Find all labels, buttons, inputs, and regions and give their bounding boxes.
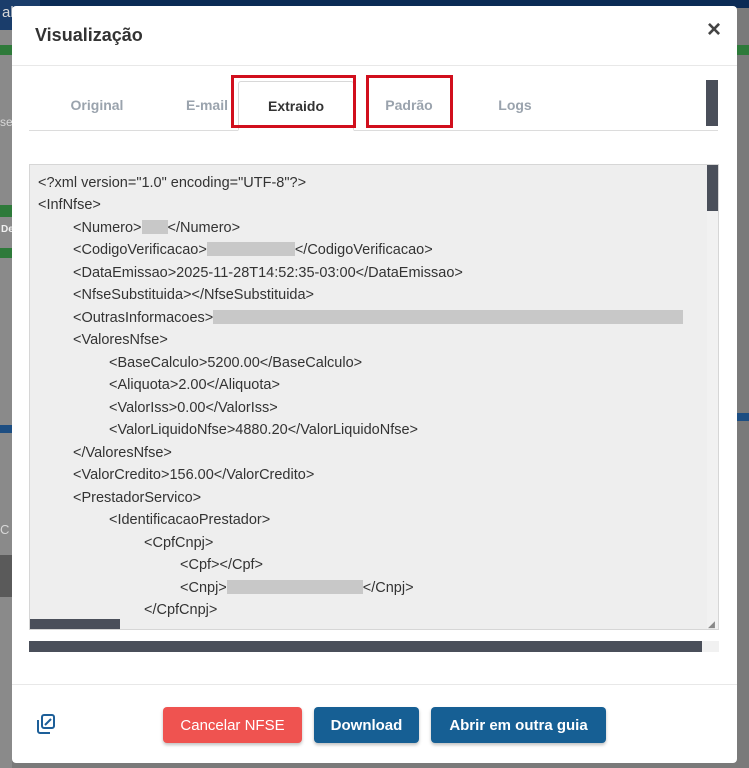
code-line: <Cpf></Cpf> (180, 557, 264, 573)
modal-title: Visualização (35, 25, 143, 45)
background-stripe (0, 425, 12, 433)
code-line: <ValorCredito>156.00</ValorCredito> (73, 467, 315, 483)
code-vertical-scrollbar[interactable] (707, 165, 718, 629)
tab-original[interactable]: Original (37, 81, 157, 129)
code-line: <CodigoVerificacao> </CodigoVerificacao> (73, 242, 433, 258)
background-stripe (737, 413, 749, 421)
code-horizontal-scroll-thumb[interactable] (30, 619, 120, 629)
open-in-new-tab-button[interactable]: Abrir em outra guia (431, 707, 606, 743)
code-line: <IdentificacaoPrestador> (109, 512, 271, 528)
visualization-modal: Visualização × Original E-mail Extraido … (12, 6, 737, 763)
code-text: <Numero> (73, 220, 142, 236)
code-line: </CpfCnpj> (144, 602, 218, 618)
code-text: <OutrasInformacoes> (73, 310, 214, 326)
close-icon[interactable]: × (707, 18, 721, 42)
background-stripe (737, 45, 749, 55)
background-sidebar (0, 30, 12, 768)
code-text: </CodigoVerificacao> (294, 242, 433, 258)
redacted-value (213, 310, 684, 324)
code-line: <?xml version="1.0" encoding="UTF-8"?> (38, 175, 307, 191)
redacted-value (226, 580, 363, 594)
code-line: <CpfCnpj> (144, 535, 214, 551)
background-stripe (0, 205, 12, 217)
code-vertical-scroll-thumb[interactable] (707, 165, 718, 211)
highlight-box-extraido (231, 75, 356, 128)
code-line: <ValorIss>0.00</ValorIss> (109, 400, 278, 416)
code-line: <Aliquota>2.00</Aliquota> (109, 377, 280, 393)
background-stripe (0, 248, 12, 258)
code-line: <OutrasInformacoes> (73, 310, 684, 326)
redacted-value (206, 242, 295, 256)
tabs-scrollbar[interactable] (706, 80, 718, 126)
code-line: <Numero> </Numero> (73, 220, 240, 236)
modal-header: Visualização × (12, 6, 737, 66)
resize-grip-icon[interactable]: ◢ (708, 619, 718, 629)
code-line: <ValorLiquidoNfse>4880.20</ValorLiquidoN… (109, 422, 419, 438)
code-line: <BaseCalculo>5200.00</BaseCalculo> (109, 355, 363, 371)
code-text: </Numero> (167, 220, 241, 236)
download-button[interactable]: Download (314, 707, 419, 743)
background-row (0, 555, 12, 597)
copy-icon[interactable] (34, 712, 58, 736)
background-text: C (0, 522, 10, 537)
code-line: <InfNfse> (38, 197, 101, 213)
redacted-value (141, 220, 168, 234)
code-line: <ValoresNfse> (73, 332, 168, 348)
highlight-box-padrao (366, 75, 453, 128)
code-text: </Cnpj> (362, 580, 414, 596)
cancel-nfse-button[interactable]: Cancelar NFSE (163, 707, 302, 743)
horizontal-scroll-thumb[interactable] (29, 641, 702, 652)
code-text: <CodigoVerificacao> (73, 242, 207, 258)
xml-viewer[interactable]: <?xml version="1.0" encoding="UTF-8"?> <… (29, 164, 719, 630)
code-line: <Cnpj> </Cnpj> (180, 580, 414, 596)
code-text: <Cnpj> (180, 580, 227, 596)
code-line: <PrestadorServico> (73, 490, 202, 506)
code-line: </ValoresNfse> (73, 445, 172, 461)
background-text: se (0, 115, 13, 129)
code-line: <NfseSubstituida></NfseSubstituida> (73, 287, 315, 303)
code-line: <DataEmissao>2025-11-28T14:52:35-03:00</… (73, 265, 463, 281)
background-stripe (0, 45, 12, 55)
tab-logs[interactable]: Logs (460, 81, 570, 129)
modal-footer: Cancelar NFSE Download Abrir em outra gu… (12, 684, 737, 763)
